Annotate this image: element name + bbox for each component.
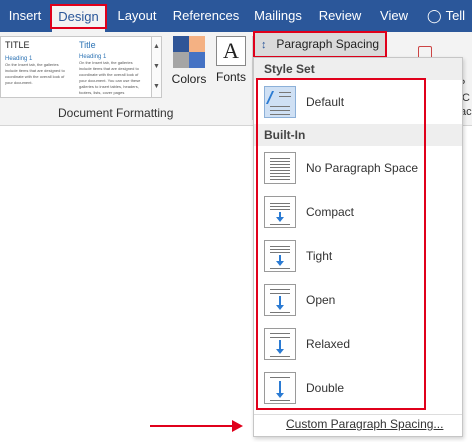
- thumbnail-body: On the Insert tab, the galleries include…: [5, 62, 65, 85]
- scroll-up-icon[interactable]: ▲: [152, 37, 161, 57]
- fonts-label: Fonts: [215, 70, 246, 84]
- paragraph-spacing-icon: ↕: [261, 39, 267, 51]
- design-tab-highlight: [50, 4, 107, 29]
- tab-layout[interactable]: Layout: [113, 0, 161, 32]
- scroll-down-icon[interactable]: ▼: [152, 57, 161, 77]
- annotation-arrowhead: [232, 420, 243, 432]
- more-icon[interactable]: ▼: [152, 77, 161, 97]
- thumbnail-body: On the Insert tab, the galleries include…: [79, 60, 141, 95]
- word-window: Insert Design Layout References Mailings…: [0, 0, 472, 442]
- thumbnail-title: TITLE: [5, 40, 30, 50]
- tab-insert[interactable]: Insert: [4, 0, 46, 32]
- tab-view[interactable]: View: [375, 0, 413, 32]
- group-label-document-formatting: Document Formatting: [58, 106, 174, 120]
- menu-divider: [254, 414, 462, 415]
- gallery-scrollbar[interactable]: ▲ ▼ ▼: [151, 37, 161, 97]
- colors-button[interactable]: Colors: [170, 36, 208, 92]
- custom-paragraph-spacing-item[interactable]: Custom Paragraph Spacing...: [286, 416, 443, 432]
- style-thumbnail-2[interactable]: Title Heading 1 On the Insert tab, the g…: [79, 40, 145, 96]
- style-set-gallery[interactable]: TITLE Heading 1 On the Insert tab, the g…: [0, 36, 162, 98]
- tab-review[interactable]: Review: [316, 0, 364, 32]
- style-thumbnail-1[interactable]: TITLE Heading 1 On the Insert tab, the g…: [5, 40, 71, 96]
- paragraph-spacing-label: Paragraph Spacing: [276, 37, 380, 51]
- color-palette-icon: [173, 36, 205, 68]
- colors-label: Colors: [171, 72, 207, 86]
- annotation-arrow: [150, 425, 234, 427]
- paragraph-spacing-menu: Style Set Default Built-In No Paragraph …: [253, 57, 463, 437]
- thumbnail-title: Title: [79, 40, 96, 50]
- tell-me-label: Tell: [445, 8, 466, 23]
- font-a-icon: A: [216, 36, 246, 66]
- lightbulb-icon: ◯: [427, 8, 442, 23]
- tab-mailings[interactable]: Mailings: [252, 0, 304, 32]
- custom-paragraph-spacing-label: Custom Paragraph Spacing...: [286, 417, 444, 431]
- paragraph-spacing-button[interactable]: ↕ Paragraph Spacing ▾: [253, 31, 387, 74]
- section-header-style-set: Style Set: [254, 58, 462, 80]
- tab-references[interactable]: References: [170, 0, 242, 32]
- fonts-button[interactable]: A Fonts: [214, 36, 248, 92]
- tell-me-box[interactable]: ◯ Tell: [427, 0, 465, 32]
- built-in-options-highlight: [256, 78, 426, 410]
- fragment-c: C: [462, 92, 470, 104]
